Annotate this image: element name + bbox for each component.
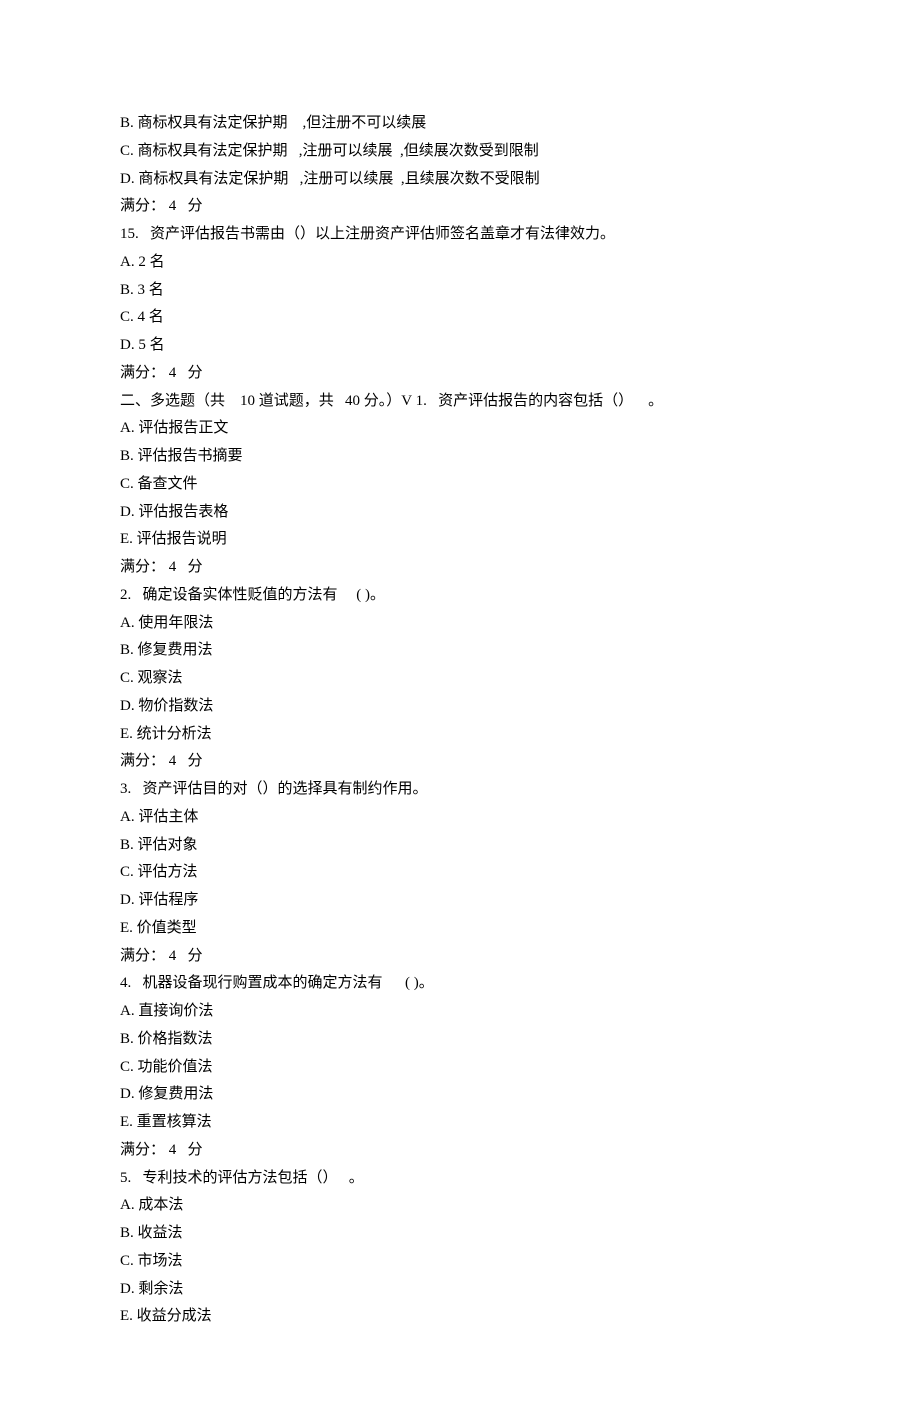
option-a: A. 评估报告正文 bbox=[120, 415, 800, 443]
option-d: D. 剩余法 bbox=[120, 1276, 800, 1304]
option-a: A. 评估主体 bbox=[120, 804, 800, 832]
score-line: 满分： 4 分 bbox=[120, 748, 800, 776]
option-e: E. 统计分析法 bbox=[120, 721, 800, 749]
option-a: A. 直接询价法 bbox=[120, 998, 800, 1026]
option-b: B. 评估报告书摘要 bbox=[120, 443, 800, 471]
option-e: E. 价值类型 bbox=[120, 915, 800, 943]
score-line: 满分： 4 分 bbox=[120, 360, 800, 388]
option-c: C. 功能价值法 bbox=[120, 1054, 800, 1082]
score-line: 满分： 4 分 bbox=[120, 554, 800, 582]
option-c: C. 4 名 bbox=[120, 304, 800, 332]
option-d: D. 评估报告表格 bbox=[120, 499, 800, 527]
option-a: A. 成本法 bbox=[120, 1192, 800, 1220]
option-b: B. 收益法 bbox=[120, 1220, 800, 1248]
score-line: 满分： 4 分 bbox=[120, 1137, 800, 1165]
option-b: B. 评估对象 bbox=[120, 832, 800, 860]
option-a: A. 使用年限法 bbox=[120, 610, 800, 638]
score-line: 满分： 4 分 bbox=[120, 943, 800, 971]
option-d: D. 物价指数法 bbox=[120, 693, 800, 721]
option-c: C. 备查文件 bbox=[120, 471, 800, 499]
option-d: D. 评估程序 bbox=[120, 887, 800, 915]
option-c: C. 评估方法 bbox=[120, 859, 800, 887]
option-c: C. 观察法 bbox=[120, 665, 800, 693]
option-e: E. 收益分成法 bbox=[120, 1303, 800, 1331]
question-5: 5. 专利技术的评估方法包括（） 。 bbox=[120, 1165, 800, 1193]
option-d: D. 5 名 bbox=[120, 332, 800, 360]
option-c: C. 商标权具有法定保护期 ,注册可以续展 ,但续展次数受到限制 bbox=[120, 138, 800, 166]
question-2: 2. 确定设备实体性贬值的方法有 ( )。 bbox=[120, 582, 800, 610]
score-line: 满分： 4 分 bbox=[120, 193, 800, 221]
option-b: B. 价格指数法 bbox=[120, 1026, 800, 1054]
option-a: A. 2 名 bbox=[120, 249, 800, 277]
option-d: D. 商标权具有法定保护期 ,注册可以续展 ,且续展次数不受限制 bbox=[120, 166, 800, 194]
option-b: B. 修复费用法 bbox=[120, 637, 800, 665]
option-b: B. 商标权具有法定保护期 ,但注册不可以续展 bbox=[120, 110, 800, 138]
question-4: 4. 机器设备现行购置成本的确定方法有 ( )。 bbox=[120, 970, 800, 998]
question-15: 15. 资产评估报告书需由（）以上注册资产评估师签名盖章才有法律效力。 bbox=[120, 221, 800, 249]
section-2-heading: 二、多选题（共 10 道试题，共 40 分。）V 1. 资产评估报告的内容包括（… bbox=[120, 388, 800, 416]
option-b: B. 3 名 bbox=[120, 277, 800, 305]
question-3: 3. 资产评估目的对（）的选择具有制约作用。 bbox=[120, 776, 800, 804]
option-c: C. 市场法 bbox=[120, 1248, 800, 1276]
option-e: E. 评估报告说明 bbox=[120, 526, 800, 554]
option-e: E. 重置核算法 bbox=[120, 1109, 800, 1137]
option-d: D. 修复费用法 bbox=[120, 1081, 800, 1109]
document-page: B. 商标权具有法定保护期 ,但注册不可以续展 C. 商标权具有法定保护期 ,注… bbox=[0, 0, 920, 1411]
